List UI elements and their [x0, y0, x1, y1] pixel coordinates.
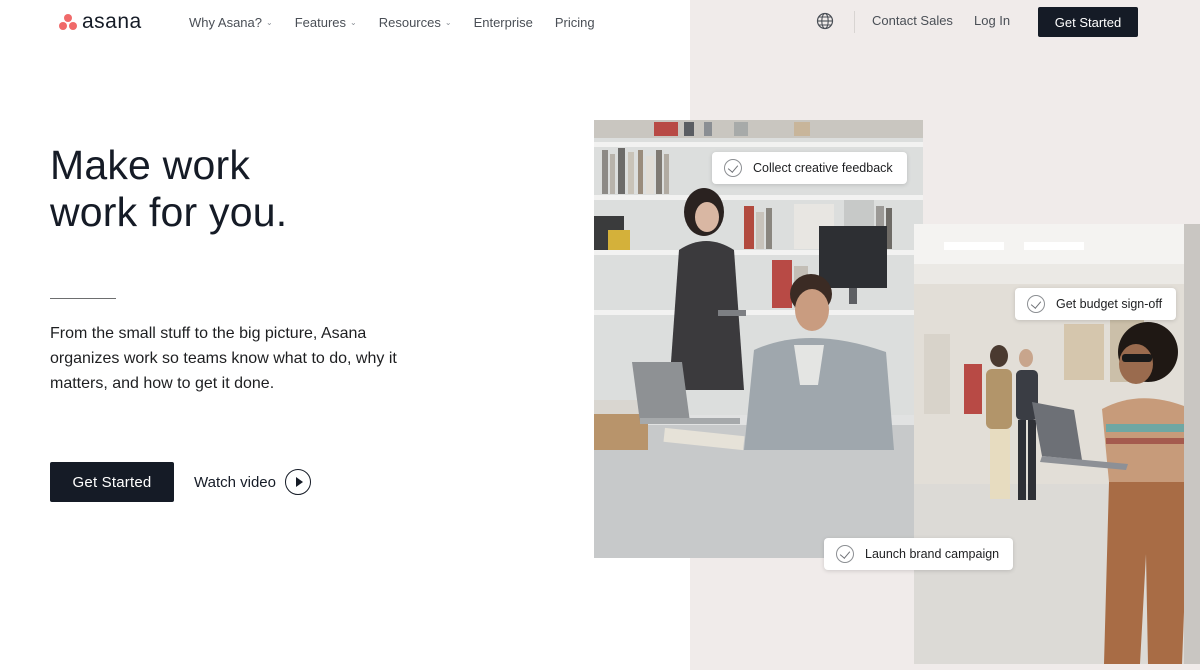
task-card-launch-campaign[interactable]: Launch brand campaign — [824, 538, 1014, 570]
nav-features[interactable]: Features ⌄ — [295, 13, 357, 31]
nav-resources-label: Resources — [378, 14, 441, 30]
check-circle-icon[interactable] — [836, 545, 854, 563]
nav-pricing[interactable]: Pricing — [555, 13, 595, 31]
hero-headline: Make work work for you. — [50, 142, 287, 236]
hero-get-started-button[interactable]: Get Started — [50, 462, 174, 502]
check-circle-icon[interactable] — [724, 159, 742, 177]
task-card-budget-signoff[interactable]: Get budget sign-off — [1015, 288, 1177, 320]
headline-line-1: Make work — [50, 142, 251, 188]
chevron-down-icon: ⌄ — [444, 17, 452, 27]
check-circle-icon[interactable] — [1027, 295, 1045, 313]
main-nav: Why Asana? ⌄ Features ⌄ Resources ⌄ Ente… — [189, 13, 617, 31]
logo-wordmark: asana — [82, 10, 142, 33]
task-label: Launch brand campaign — [865, 547, 1000, 561]
header-get-started-button[interactable]: Get Started — [1038, 7, 1138, 37]
task-label: Get budget sign-off — [1056, 297, 1163, 311]
task-label: Collect creative feedback — [753, 161, 893, 175]
play-icon — [284, 469, 311, 495]
hero-photo-office — [594, 120, 923, 558]
nav-enterprise-label: Enterprise — [473, 14, 533, 30]
nav-why-asana-label: Why Asana? — [189, 14, 262, 30]
asana-logo[interactable]: asana — [58, 10, 142, 34]
hero-subtext: From the small stuff to the big picture,… — [50, 325, 397, 392]
watch-video-button[interactable]: Watch video — [194, 469, 311, 495]
contact-sales-link[interactable]: Contact Sales — [872, 13, 953, 28]
nav-why-asana[interactable]: Why Asana? ⌄ — [189, 13, 273, 31]
chevron-down-icon: ⌄ — [350, 17, 357, 27]
logo-dots-icon — [58, 13, 78, 31]
chevron-down-icon: ⌄ — [266, 17, 273, 27]
log-in-link[interactable]: Log In — [974, 13, 1010, 28]
office-illustration — [594, 120, 923, 558]
hero-divider — [50, 298, 116, 299]
nav-pricing-label: Pricing — [554, 14, 595, 30]
nav-features-label: Features — [294, 14, 347, 30]
header-divider — [854, 11, 855, 33]
task-card-collect-feedback[interactable]: Collect creative feedback — [712, 152, 907, 184]
watch-video-label: Watch video — [194, 473, 276, 491]
nav-resources[interactable]: Resources ⌄ — [379, 13, 452, 31]
globe-icon[interactable] — [816, 12, 834, 30]
headline-line-2: work for you. — [50, 189, 288, 235]
nav-enterprise[interactable]: Enterprise — [474, 13, 533, 31]
